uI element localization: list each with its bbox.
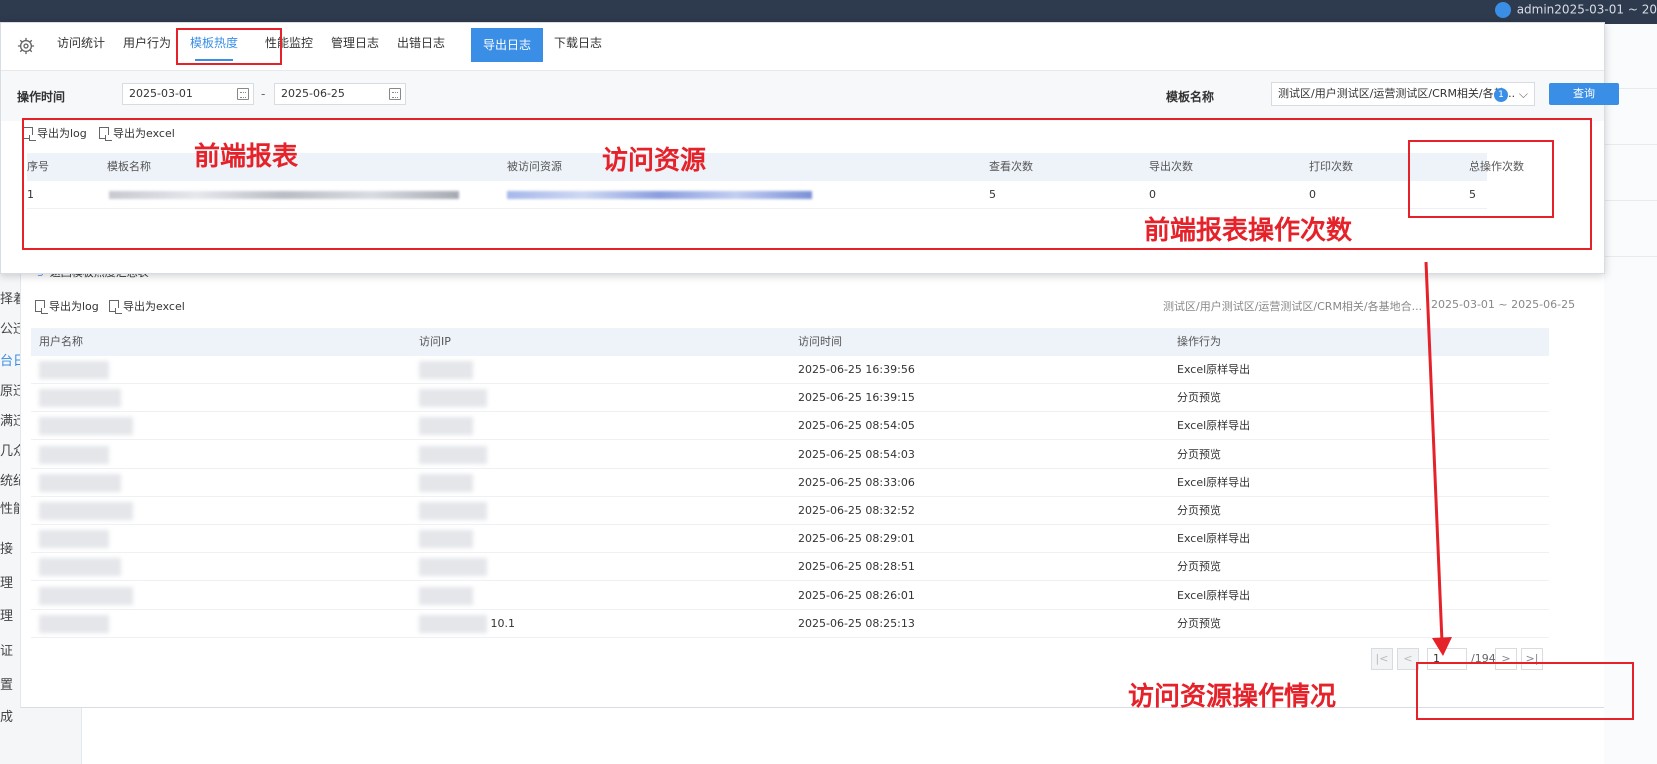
annotation-arrow xyxy=(1424,261,1452,656)
screenshot-stage: admin2025-03-01 ~ 20 存管择着公迁台日原迁满迁几众统纪性能接… xyxy=(0,0,1657,764)
